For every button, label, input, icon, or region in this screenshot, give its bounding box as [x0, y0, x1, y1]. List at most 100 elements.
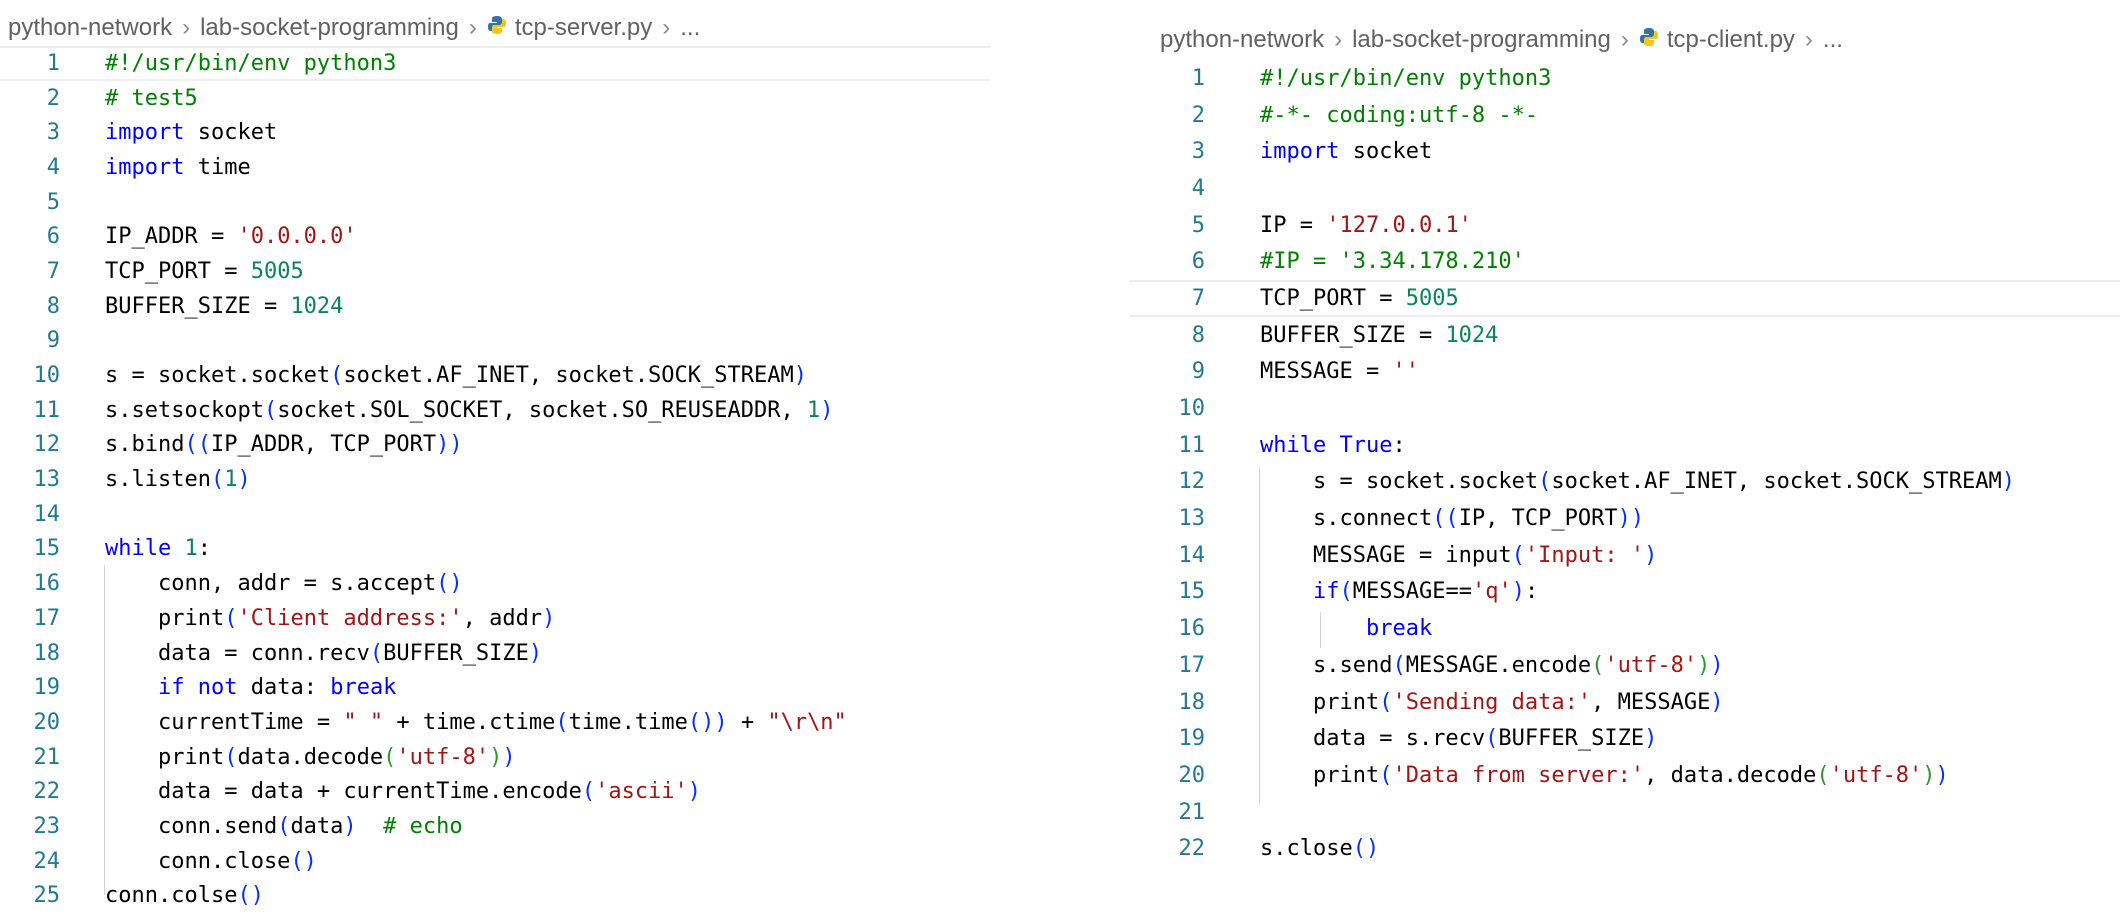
- code-line[interactable]: 11 s.setsockopt(socket.SOL_SOCKET, socket…: [0, 393, 990, 428]
- code-text: if not data: break: [105, 675, 396, 700]
- code-token: (: [1485, 726, 1499, 752]
- line-number: 14: [33, 501, 61, 527]
- code-line[interactable]: 7 TCP_PORT = 5005: [1130, 280, 2120, 317]
- code-line[interactable]: 21: [1130, 794, 2120, 831]
- code-line[interactable]: 5 IP = '127.0.0.1': [1130, 207, 2120, 244]
- code-token: if: [157, 675, 185, 701]
- code-line[interactable]: 9: [0, 324, 990, 359]
- code-line[interactable]: 7 TCP_PORT = 5005: [0, 254, 990, 289]
- code-token: 'ascii': [595, 779, 688, 805]
- breadcrumb: python-network › lab-socket-programming …: [8, 8, 700, 48]
- code-line[interactable]: 3 import socket: [1130, 133, 2120, 170]
- code-line[interactable]: 2 #-*- coding:utf-8 -*-: [1130, 97, 2120, 134]
- indent-guide: [104, 565, 105, 895]
- indent-guide: [1320, 612, 1321, 648]
- code-line[interactable]: 18 data = conn.recv(BUFFER_SIZE): [0, 636, 990, 671]
- code-line[interactable]: 4 import time: [0, 150, 990, 185]
- code-line[interactable]: 10 s = socket.socket(socket.AF_INET, sock…: [0, 358, 990, 393]
- chevron-right-icon: ›: [182, 14, 191, 41]
- code-line[interactable]: 4: [1130, 170, 2120, 207]
- line-number: 10: [1178, 396, 1206, 422]
- code-token: import: [1260, 139, 1340, 165]
- line-number: 25: [33, 883, 61, 909]
- code-line[interactable]: 13 s.connect((IP, TCP_PORT)): [1130, 500, 2120, 537]
- code-token: #IP = '3.34.178.210': [1260, 249, 1525, 275]
- line-number: 24: [33, 848, 61, 874]
- code-line[interactable]: 14 MESSAGE = input('Input: '): [1130, 537, 2120, 574]
- code-token: ): [687, 779, 702, 805]
- line-number: 15: [33, 536, 61, 562]
- code-text: s.setsockopt(socket.SOL_SOCKET, socket.S…: [105, 398, 834, 423]
- code-line[interactable]: 5: [0, 185, 990, 220]
- code-line[interactable]: 16 break: [1130, 610, 2120, 647]
- code-editor[interactable]: 1 #!/usr/bin/env python3 2 #-*- coding:utf-…: [1130, 60, 2120, 867]
- code-line[interactable]: 14: [0, 497, 990, 532]
- code-line[interactable]: 17 print('Client address:', addr): [0, 601, 990, 636]
- code-line[interactable]: 18 print('Sending data:', MESSAGE): [1130, 684, 2120, 721]
- code-line[interactable]: 22 s.close(): [1130, 830, 2120, 867]
- code-line[interactable]: 13 s.listen(1): [0, 462, 990, 497]
- code-token: s.setsockopt: [105, 397, 264, 423]
- breadcrumb-more[interactable]: ...: [680, 14, 700, 42]
- code-text: conn.close(): [105, 849, 317, 874]
- code-line[interactable]: 9 MESSAGE = '': [1130, 354, 2120, 391]
- code-token: 'Data from server:': [1392, 762, 1645, 788]
- code-line[interactable]: 15 if(MESSAGE=='q'):: [1130, 574, 2120, 611]
- code-line[interactable]: 15 while 1:: [0, 532, 990, 567]
- code-token: import: [105, 120, 185, 146]
- code-line[interactable]: 2 # test5: [0, 81, 990, 116]
- code-line[interactable]: 12 s = socket.socket(socket.AF_INET, soc…: [1130, 464, 2120, 501]
- code-token: 1024: [1445, 322, 1499, 348]
- code-line[interactable]: 1 #!/usr/bin/env python3: [0, 46, 990, 81]
- code-token: (: [555, 709, 569, 735]
- code-token: data = data + currentTime.encode: [105, 779, 582, 805]
- chevron-right-icon: ›: [662, 14, 671, 41]
- code-token: , MESSAGE: [1591, 689, 1711, 715]
- code-line[interactable]: 19 if not data: break: [0, 670, 990, 705]
- code-token: MESSAGE = input: [1260, 542, 1512, 568]
- breadcrumb-folder[interactable]: python-network: [8, 14, 172, 42]
- code-token: ): [1644, 726, 1658, 752]
- line-number: 7: [1191, 285, 1205, 311]
- code-line[interactable]: 25 conn.colse(): [0, 879, 990, 914]
- breadcrumb-subfolder[interactable]: lab-socket-programming: [200, 14, 459, 42]
- code-line[interactable]: 24 conn.close(): [0, 844, 990, 879]
- code-line[interactable]: 8 BUFFER_SIZE = 1024: [1130, 317, 2120, 354]
- code-editor[interactable]: 1 #!/usr/bin/env python3 2 # test5 3 import s…: [0, 46, 990, 913]
- code-token: ): [1710, 689, 1724, 715]
- code-line[interactable]: 3 import socket: [0, 115, 990, 150]
- chevron-right-icon: ›: [1334, 26, 1343, 53]
- code-token: while: [1260, 432, 1327, 458]
- code-text: data = s.recv(BUFFER_SIZE): [1260, 726, 1657, 751]
- code-line[interactable]: 12 s.bind((IP_ADDR, TCP_PORT)): [0, 428, 990, 463]
- code-line[interactable]: 1 #!/usr/bin/env python3: [1130, 60, 2120, 97]
- code-line[interactable]: 21 print(data.decode('utf-8')): [0, 740, 990, 775]
- line-number: 12: [33, 432, 61, 458]
- code-line[interactable]: 22 data = data + currentTime.encode('asc…: [0, 774, 990, 809]
- code-line[interactable]: 20 print('Data from server:', data.decod…: [1130, 757, 2120, 794]
- code-line[interactable]: 20 currentTime = " " + time.ctime(time.t…: [0, 705, 990, 740]
- code-line[interactable]: 23 conn.send(data) # echo: [0, 809, 990, 844]
- code-token: (): [1352, 836, 1380, 862]
- breadcrumb-file[interactable]: tcp-client.py: [1667, 26, 1795, 54]
- code-token: ): [1710, 652, 1724, 678]
- code-token: (: [1591, 652, 1605, 678]
- code-line[interactable]: 16 conn, addr = s.accept(): [0, 566, 990, 601]
- code-text: data = data + currentTime.encode('ascii'…: [105, 779, 701, 804]
- code-line[interactable]: 19 data = s.recv(BUFFER_SIZE): [1130, 720, 2120, 757]
- code-line[interactable]: 11 while True:: [1130, 427, 2120, 464]
- code-line[interactable]: 17 s.send(MESSAGE.encode('utf-8')): [1130, 647, 2120, 684]
- editor-pane-right: python-network › lab-socket-programming …: [1130, 0, 2120, 924]
- code-token: 'utf-8': [1604, 652, 1698, 678]
- breadcrumb-more[interactable]: ...: [1823, 26, 1843, 54]
- code-token: ): [1935, 762, 1949, 788]
- breadcrumb-subfolder[interactable]: lab-socket-programming: [1352, 26, 1611, 54]
- breadcrumb-folder[interactable]: python-network: [1160, 26, 1324, 54]
- code-line[interactable]: 8 BUFFER_SIZE = 1024: [0, 289, 990, 324]
- code-line[interactable]: 6 IP_ADDR = '0.0.0.0': [0, 219, 990, 254]
- code-token: BUFFER_SIZE =: [105, 293, 291, 319]
- code-line[interactable]: 10: [1130, 390, 2120, 427]
- breadcrumb-file[interactable]: tcp-server.py: [515, 14, 652, 42]
- code-line[interactable]: 6 #IP = '3.34.178.210': [1130, 243, 2120, 280]
